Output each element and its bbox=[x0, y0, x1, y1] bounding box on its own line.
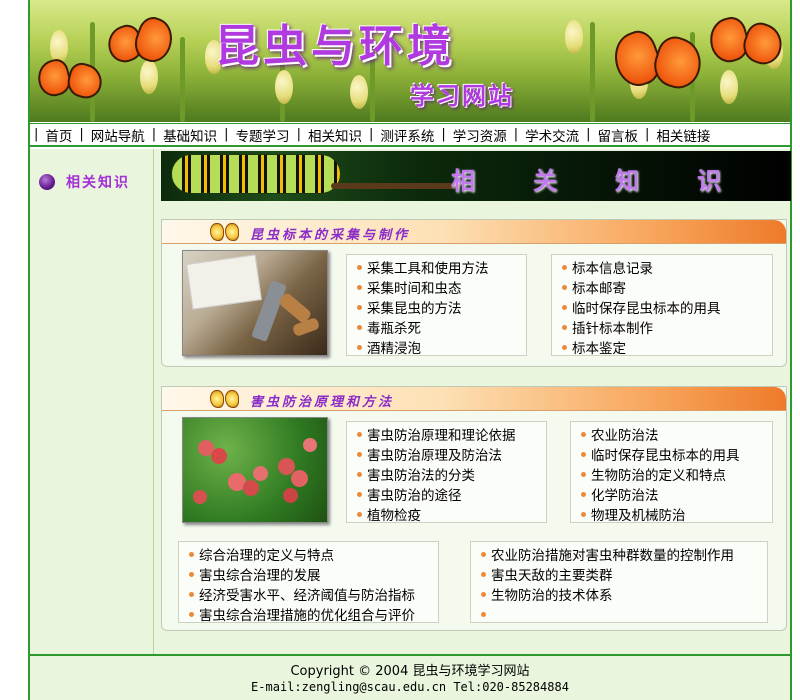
butterfly-icon bbox=[33, 56, 108, 118]
list-item[interactable]: 害虫防治原理及防治法 bbox=[357, 446, 538, 466]
site-title: 昆虫与环境 bbox=[215, 21, 455, 72]
nav-item-5[interactable]: 测评系统 bbox=[373, 125, 441, 145]
list-item[interactable]: 植物检疫 bbox=[357, 506, 538, 526]
flower-bud bbox=[565, 20, 583, 54]
twig-image bbox=[331, 183, 461, 189]
list-box: 农业防治措施对害虫种群数量的控制作用 害虫天敌的主要类群 生物防治的技术体系 bbox=[470, 541, 768, 623]
section-title: 害虫防治原理和方法 bbox=[250, 395, 395, 410]
butterfly-icon bbox=[102, 13, 179, 80]
list-item[interactable]: 采集工具和使用方法 bbox=[357, 259, 518, 279]
list-item[interactable]: 生物防治的技术体系 bbox=[481, 586, 759, 606]
list-item[interactable]: 酒精浸泡 bbox=[357, 339, 518, 359]
list-item[interactable]: 综合治理的定义与特点 bbox=[189, 546, 430, 566]
list-item[interactable]: 插针标本制作 bbox=[562, 319, 764, 339]
list-item[interactable]: 害虫天敌的主要类群 bbox=[481, 566, 759, 586]
butterfly-icon bbox=[210, 390, 240, 410]
list-item[interactable]: 害虫防治原理和理论依据 bbox=[357, 426, 538, 446]
nav-item-6[interactable]: 学习资源 bbox=[446, 125, 514, 145]
flower-stem bbox=[180, 37, 185, 122]
main-nav: | 首页 | 网站导航 | 基础知识 | 专题学习 | 相关知识 | 测评系统 | 学习资源 | 学术交流 | 留… bbox=[30, 123, 790, 147]
section-header: 昆虫标本的采集与制作 bbox=[162, 220, 786, 244]
list-box: 采集工具和使用方法 采集时间和虫态 采集昆虫的方法 毒瓶杀死 酒精浸泡 bbox=[346, 254, 527, 359]
nav-item-7[interactable]: 学术交流 bbox=[518, 125, 586, 145]
butterfly-icon bbox=[607, 26, 708, 114]
section-banner-title: 相关知识 bbox=[451, 166, 779, 195]
list-item[interactable]: 农业防治法 bbox=[581, 426, 764, 446]
contact-info: E-mail:zengling@scau.edu.cn Tel:020-8528… bbox=[251, 680, 569, 694]
list-box: 害虫防治原理和理论依据 害虫防治原理及防治法 害虫防治法的分类 害虫防治的途径 … bbox=[346, 421, 547, 526]
list-item[interactable]: 标本信息记录 bbox=[562, 259, 764, 279]
list-item[interactable]: 临时保存昆虫标本的用具 bbox=[581, 446, 764, 466]
list-item[interactable]: 生物防治的定义和特点 bbox=[581, 466, 764, 486]
list-box: 农业防治法 临时保存昆虫标本的用具 生物防治的定义和特点 化学防治法 物理及机械… bbox=[570, 421, 773, 526]
section-pest-control: 害虫防治原理和方法 害虫防治原理和理论依据 害虫防治原理及防治法 害虫防治法的分… bbox=[161, 386, 787, 631]
specimen-tools-photo bbox=[182, 250, 328, 356]
site-subtitle: 学习网站 bbox=[410, 81, 514, 110]
nav-item-0[interactable]: 首页 bbox=[38, 125, 79, 145]
caterpillar-image bbox=[171, 154, 341, 194]
page-footer: Copyright © 2004 昆虫与环境学习网站 E-mail:zengli… bbox=[30, 654, 790, 700]
butterfly-icon bbox=[210, 223, 240, 243]
list-item[interactable]: 化学防治法 bbox=[581, 486, 764, 506]
section-specimen: 昆虫标本的采集与制作 采集工具和使用方法 采集时间和虫态 采集昆虫的方法 毒瓶杀… bbox=[161, 219, 787, 367]
nav-item-4[interactable]: 相关知识 bbox=[301, 125, 369, 145]
list-box: 标本信息记录 标本邮寄 临时保存昆虫标本的用具 插针标本制作 标本鉴定 bbox=[551, 254, 773, 359]
section-header: 害虫防治原理和方法 bbox=[162, 387, 786, 411]
list-item[interactable] bbox=[481, 606, 759, 626]
butterfly-icon bbox=[704, 13, 788, 82]
nav-item-8[interactable]: 留言板 bbox=[591, 125, 646, 145]
copyright-text: Copyright © 2004 昆虫与环境学习网站 bbox=[290, 664, 530, 679]
flower-bud bbox=[350, 75, 368, 109]
section-banner: 相关知识 bbox=[161, 151, 791, 201]
nav-item-1[interactable]: 网站导航 bbox=[84, 125, 152, 145]
list-item[interactable]: 害虫综合治理的发展 bbox=[189, 566, 430, 586]
nav-item-9[interactable]: 相关链接 bbox=[649, 125, 717, 145]
list-item[interactable]: 物理及机械防治 bbox=[581, 506, 764, 526]
site-banner: 昆虫与环境 学习网站 bbox=[30, 0, 790, 122]
list-item[interactable]: 采集时间和虫态 bbox=[357, 279, 518, 299]
nav-item-2[interactable]: 基础知识 bbox=[156, 125, 224, 145]
nav-item-3[interactable]: 专题学习 bbox=[229, 125, 297, 145]
section-title: 昆虫标本的采集与制作 bbox=[250, 228, 411, 243]
left-sidebar: 相关知识 bbox=[30, 149, 154, 654]
list-item[interactable]: 采集昆虫的方法 bbox=[357, 299, 518, 319]
list-box: 综合治理的定义与特点 害虫综合治理的发展 经济受害水平、经济阈值与防治指标 害虫… bbox=[178, 541, 439, 626]
flower-bud bbox=[275, 70, 293, 104]
main-content: 相关知识 昆虫标本的采集与制作 采集工具和使用方法 采集时间和虫态 采集昆虫的方… bbox=[154, 149, 791, 654]
list-item[interactable]: 害虫防治法的分类 bbox=[357, 466, 538, 486]
list-item[interactable]: 标本鉴定 bbox=[562, 339, 764, 359]
list-item[interactable]: 标本邮寄 bbox=[562, 279, 764, 299]
list-item[interactable]: 毒瓶杀死 bbox=[357, 319, 518, 339]
lychee-fruit-photo bbox=[182, 417, 328, 523]
list-item[interactable]: 害虫防治的途径 bbox=[357, 486, 538, 506]
list-item[interactable]: 经济受害水平、经济阈值与防治指标 bbox=[189, 586, 430, 606]
page-frame: 昆虫与环境 学习网站 | 首页 | 网站导航 | 基础知识 | 专题学习 | 相关知识 | 测评系统 |… bbox=[28, 0, 792, 700]
list-item[interactable]: 临时保存昆虫标本的用具 bbox=[562, 299, 764, 319]
flower-stem bbox=[590, 22, 595, 122]
sidebar-item-related-knowledge[interactable]: 相关知识 bbox=[66, 172, 130, 192]
purple-orb-icon bbox=[39, 174, 55, 190]
list-item[interactable]: 害虫综合治理措施的优化组合与评价 bbox=[189, 606, 430, 626]
list-item[interactable]: 农业防治措施对害虫种群数量的控制作用 bbox=[481, 546, 759, 566]
